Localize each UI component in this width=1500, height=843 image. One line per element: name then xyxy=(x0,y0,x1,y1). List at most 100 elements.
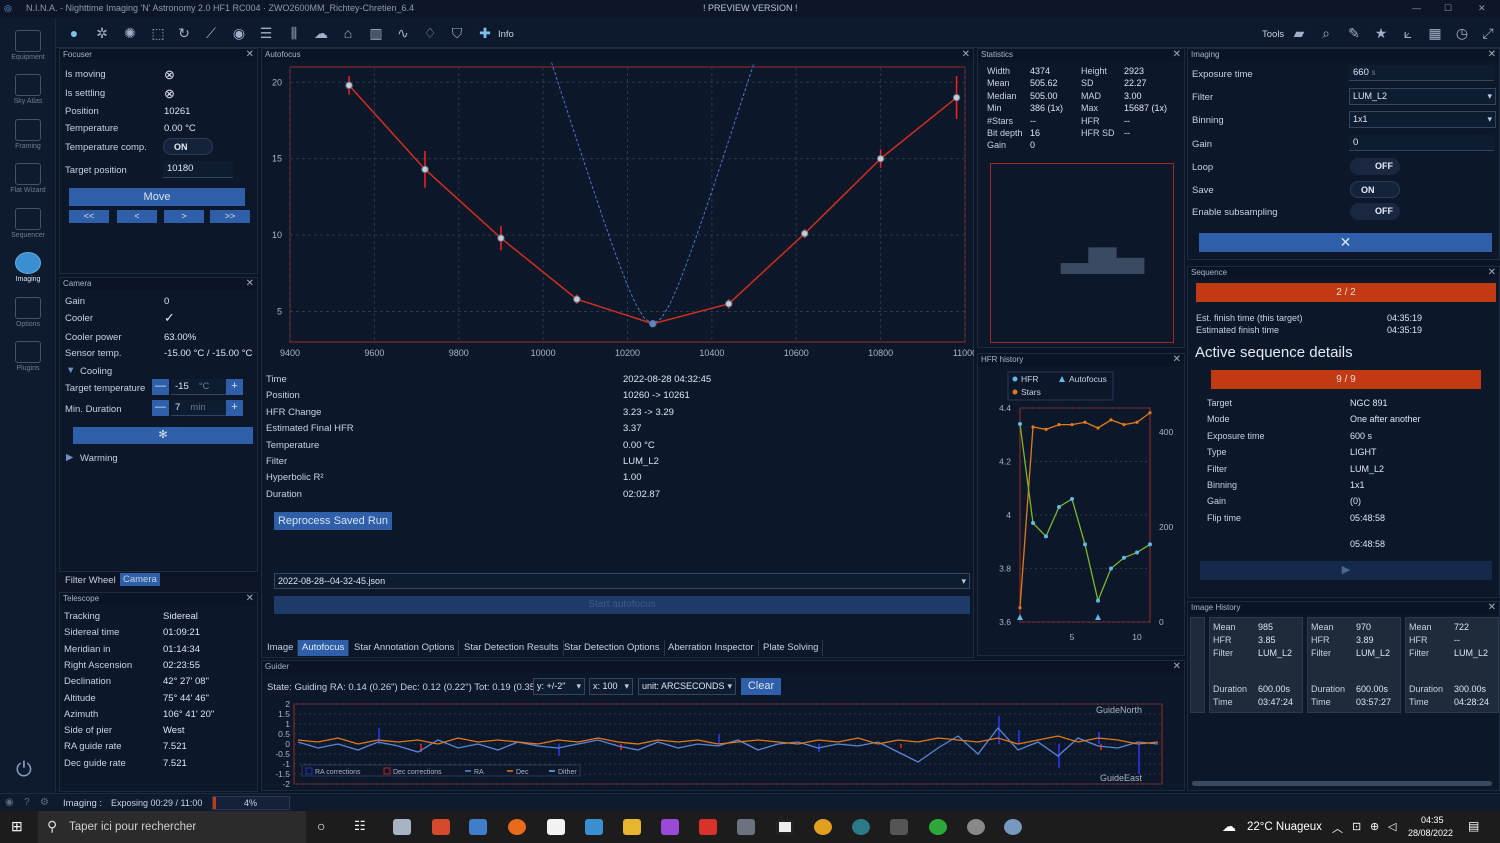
focus-point[interactable] xyxy=(649,319,657,328)
move-button[interactable]: Move xyxy=(69,188,245,206)
history-card[interactable]: Mean 970 HFR 3.89 Filter LUM_L2 Duration 600.00… xyxy=(1307,617,1401,713)
focus-point[interactable] xyxy=(421,165,429,174)
step-forward-button[interactable]: > xyxy=(164,210,204,223)
tab-image[interactable]: Image xyxy=(263,640,299,656)
globe-icon[interactable]: ⊕ xyxy=(1370,820,1379,833)
chevron-right-icon[interactable]: ▶ xyxy=(66,452,73,463)
tab-star-detection-results[interactable]: Star Detection Results xyxy=(460,640,564,656)
unit-select[interactable]: unit: ARCSECONDS xyxy=(638,678,736,695)
task-view-icon[interactable]: ○ xyxy=(317,818,325,834)
focus-point[interactable] xyxy=(573,295,581,303)
sidebar-item-equipment[interactable]: Equipment xyxy=(4,30,52,61)
app-icon-1[interactable] xyxy=(393,819,411,835)
step-back-button[interactable]: < xyxy=(117,210,157,223)
app-icon-3[interactable] xyxy=(469,819,487,835)
play-sequence-button[interactable]: ▶ xyxy=(1200,561,1492,580)
app-icon-8[interactable] xyxy=(814,819,832,835)
sidebar-item-imaging[interactable]: Imaging xyxy=(4,252,52,283)
close-icon[interactable]: ✕ xyxy=(246,278,254,290)
autofocus-file-select[interactable]: 2022-08-28--04-32-45.json xyxy=(274,573,970,589)
crop-icon[interactable]: ⟀ xyxy=(1399,25,1417,41)
clear-guide-button[interactable]: Clear xyxy=(741,678,781,695)
eye-icon[interactable]: ◉ xyxy=(5,797,14,808)
close-icon[interactable]: ✕ xyxy=(246,593,254,605)
tools-label[interactable]: Tools xyxy=(1262,29,1284,40)
tray-icon-1[interactable]: ⊡ xyxy=(1352,820,1361,833)
folder-icon[interactable] xyxy=(623,819,641,835)
filter-select[interactable]: LUM_L2 xyxy=(1349,88,1496,105)
close-icon[interactable]: ✕ xyxy=(1488,267,1496,279)
history-card[interactable]: Mean 985 HFR 3.85 Filter LUM_L2 Duration 600.00… xyxy=(1209,617,1303,713)
close-icon[interactable]: ✕ xyxy=(1173,49,1181,61)
app-icon-11[interactable] xyxy=(929,819,947,835)
app-icon-10[interactable] xyxy=(890,819,908,835)
sidebar-item-framing[interactable]: Framing xyxy=(4,119,52,150)
ruler-icon[interactable]: ▰ xyxy=(1290,25,1308,41)
reprocess-saved-run-button[interactable]: Reprocess Saved Run xyxy=(274,512,392,530)
affinity-icon[interactable] xyxy=(661,819,679,835)
tab-aberration-inspector[interactable]: Aberration Inspector xyxy=(664,640,759,656)
focus-point[interactable] xyxy=(876,154,885,163)
target-temp-minus-button[interactable]: — xyxy=(152,379,169,395)
expand-icon[interactable]: ⤢ xyxy=(1479,25,1497,41)
search-icon[interactable]: ⌕ xyxy=(1317,25,1335,41)
start-autofocus-button[interactable]: Start autofocus xyxy=(274,596,970,614)
dome-icon[interactable]: ⌂ xyxy=(339,25,357,41)
sidebar-item-sequencer[interactable]: Sequencer xyxy=(4,208,52,239)
clock-time[interactable]: 04:35 xyxy=(1421,815,1444,825)
switch-icon[interactable]: ☰ xyxy=(257,25,275,41)
target-temp-input[interactable]: -15 °C xyxy=(171,379,226,395)
tab-star-annotation-options[interactable]: Star Annotation Options xyxy=(350,640,460,656)
windows-start-icon[interactable]: ⊞ xyxy=(11,818,23,835)
nina-taskbar-icon[interactable] xyxy=(1004,819,1022,835)
min-duration-minus-button[interactable]: — xyxy=(152,400,169,416)
maximize-icon[interactable]: ☐ xyxy=(1444,3,1452,14)
cancel-exposure-button[interactable]: ✕ xyxy=(1199,233,1492,252)
info-label[interactable]: Info xyxy=(498,29,514,40)
sidebar-item-flat-wizard[interactable]: Flat Wizard xyxy=(4,163,52,194)
guider-icon[interactable]: ◉ xyxy=(230,25,248,41)
speaker-icon[interactable]: ◁ xyxy=(1388,820,1396,833)
notification-icon[interactable]: ▤ xyxy=(1468,819,1479,833)
power-icon[interactable]: ⏻ xyxy=(16,759,32,782)
min-duration-plus-button[interactable]: + xyxy=(226,400,243,416)
sidebar-item-sky-atlas[interactable]: Sky Atlas xyxy=(4,74,52,105)
tab-plate-solving[interactable]: Plate Solving xyxy=(759,640,824,656)
sidebar-item-options[interactable]: Options xyxy=(4,297,52,328)
shield-icon[interactable]: ⛉ xyxy=(448,25,466,41)
cooling-label[interactable]: Cooling xyxy=(80,366,112,377)
app-icon-9[interactable] xyxy=(852,819,870,835)
weather-text[interactable]: 22°C Nuageux xyxy=(1247,821,1322,833)
exposure-time-input[interactable]: 660 s xyxy=(1349,65,1494,81)
sliders-icon[interactable]: ⫼ xyxy=(285,25,303,41)
gain-input[interactable]: 0 xyxy=(1349,135,1494,151)
tab-filter-wheel[interactable]: Filter Wheel xyxy=(62,574,119,587)
y-range-select[interactable]: y: +/-2" xyxy=(533,678,585,695)
app-icon-7[interactable] xyxy=(776,819,794,835)
min-duration-input[interactable]: 7 min xyxy=(171,400,226,416)
brush-icon[interactable]: ✎ xyxy=(1345,25,1363,41)
binning-select[interactable]: 1x1 xyxy=(1349,111,1496,128)
app-icon-6[interactable] xyxy=(737,819,755,835)
rotate-icon[interactable]: ↻ xyxy=(175,25,193,41)
target-position-input[interactable]: 10180 xyxy=(163,161,233,178)
tab-star-detection-options[interactable]: Star Detection Options xyxy=(560,640,665,656)
focus-point[interactable] xyxy=(345,81,353,90)
app-icon-2[interactable] xyxy=(432,819,450,835)
puzzle-icon[interactable]: ✚ xyxy=(476,25,494,41)
close-icon[interactable]: ✕ xyxy=(1173,354,1181,366)
histogram-icon[interactable]: ▥ xyxy=(367,25,385,41)
document-icon[interactable] xyxy=(547,819,565,835)
clock-date[interactable]: 28/08/2022 xyxy=(1408,828,1453,838)
subsample-toggle[interactable]: OFF xyxy=(1350,203,1400,220)
grid-icon[interactable]: ▦ xyxy=(1426,25,1444,41)
close-window-icon[interactable]: ✕ xyxy=(1478,3,1486,14)
focuser-icon[interactable]: ✺ xyxy=(121,25,139,41)
loop-toggle[interactable]: OFF xyxy=(1350,158,1400,175)
app-icon-5[interactable] xyxy=(699,819,717,835)
focus-point[interactable] xyxy=(725,300,733,308)
widgets-icon[interactable]: ☷ xyxy=(354,818,366,834)
warming-label[interactable]: Warming xyxy=(80,453,118,464)
focus-point[interactable] xyxy=(952,93,961,102)
filter-wheel-icon[interactable]: ✲ xyxy=(93,25,111,41)
